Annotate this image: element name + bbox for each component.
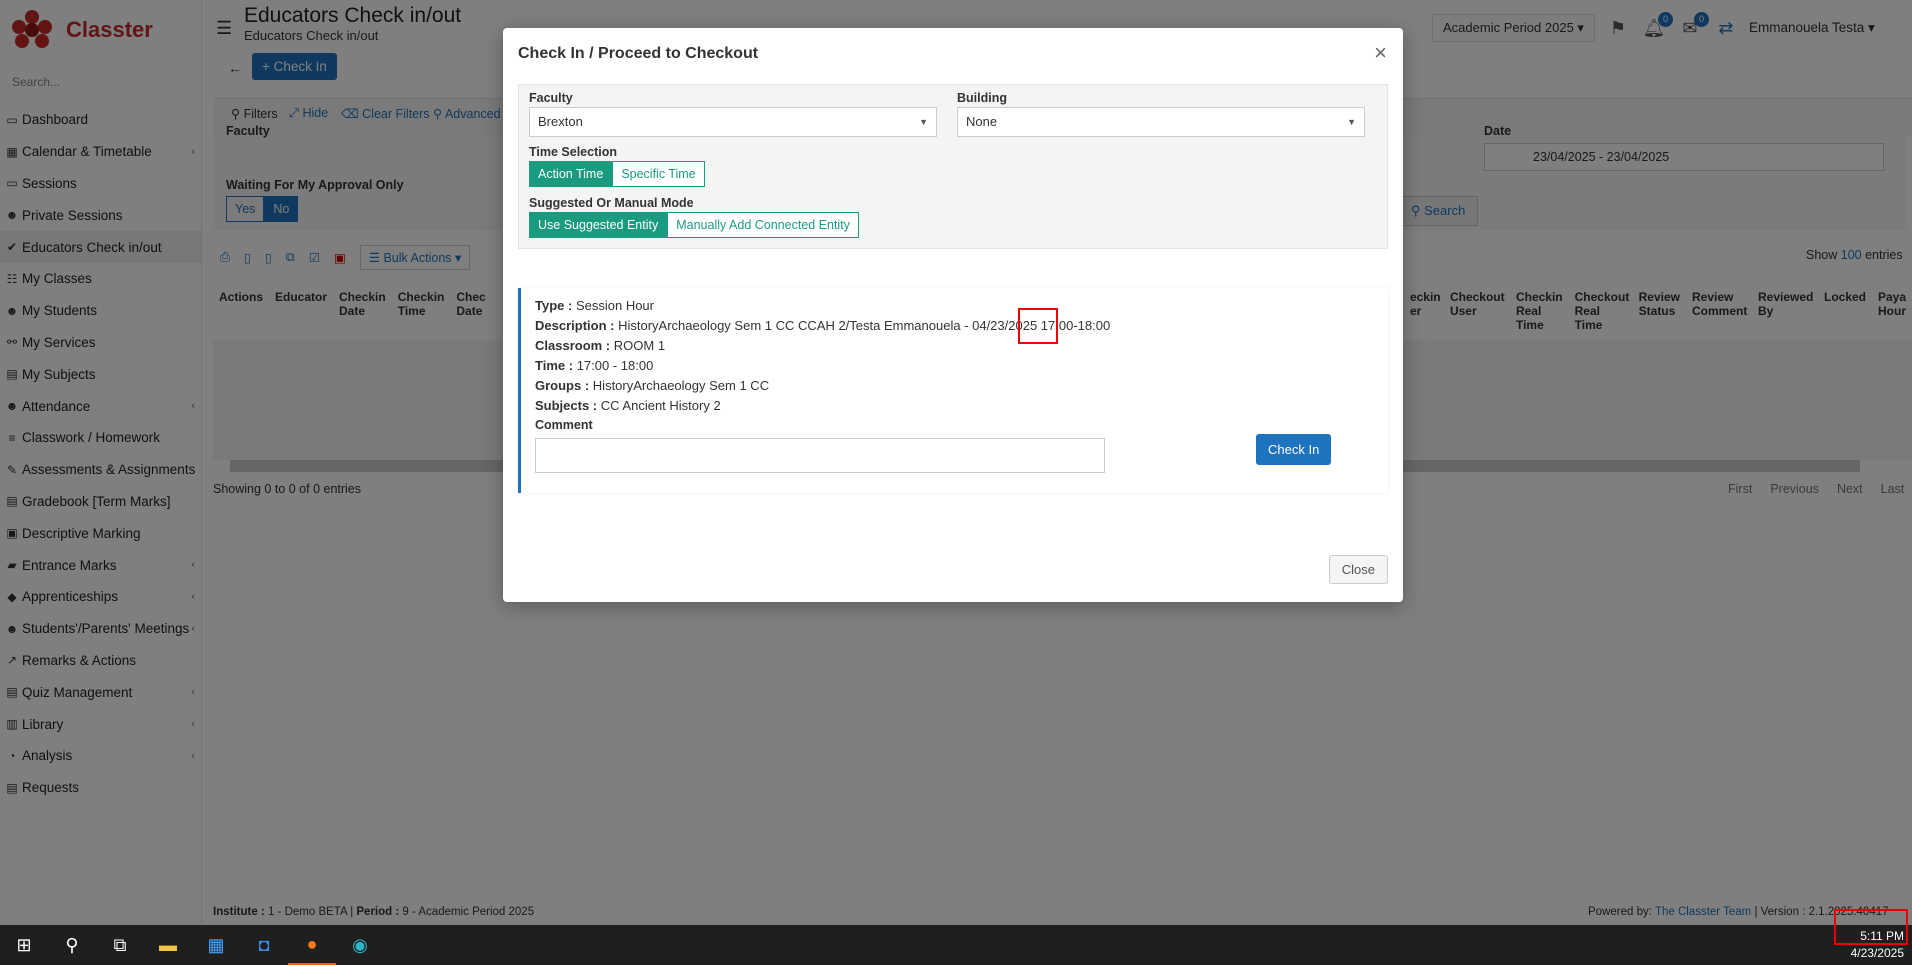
action-time-option[interactable]: Action Time xyxy=(529,161,613,187)
groups-label: Groups : xyxy=(535,378,590,393)
chevron-down-icon: ▼ xyxy=(1347,117,1356,127)
edge-icon[interactable]: ◉ xyxy=(336,925,384,965)
type-row: Type : Session Hour xyxy=(535,298,654,313)
highlight-box xyxy=(1018,308,1058,344)
subjects-row: Subjects : CC Ancient History 2 xyxy=(535,398,721,413)
building-select[interactable]: None ▼ xyxy=(957,107,1365,137)
type-label: Type : xyxy=(535,298,573,313)
specific-time-option[interactable]: Specific Time xyxy=(612,161,705,187)
groups-value: HistoryArchaeology Sem 1 CC xyxy=(592,378,770,393)
modal-options-panel: Faculty Brexton ▼ Building None ▼ Time Sel… xyxy=(518,84,1388,249)
faculty-label: Faculty xyxy=(529,91,573,105)
classroom-row: Classroom : ROOM 1 xyxy=(535,338,665,353)
clock-highlight-box xyxy=(1834,909,1908,945)
classroom-label: Classroom : xyxy=(535,338,611,353)
windows-start-icon[interactable]: ⊞ xyxy=(0,925,48,965)
time-label: Time : xyxy=(535,358,574,373)
firefox-icon[interactable]: ● xyxy=(288,925,336,965)
building-label: Building xyxy=(957,91,1007,105)
use-suggested-option[interactable]: Use Suggested Entity xyxy=(529,212,668,238)
close-button[interactable]: Close xyxy=(1328,555,1388,584)
time-row: Time : 17:00 - 18:00 xyxy=(535,358,653,373)
mode-toggle: Use Suggested Entity Manually Add Connec… xyxy=(529,212,859,238)
search-icon[interactable]: ⚲ xyxy=(48,925,96,965)
faculty-select[interactable]: Brexton ▼ xyxy=(529,107,937,137)
task-view-icon[interactable]: ⧉ xyxy=(96,925,144,965)
classroom-value: ROOM 1 xyxy=(613,338,666,353)
chevron-down-icon: ▼ xyxy=(919,117,928,127)
description-label: Description : xyxy=(535,318,615,333)
comment-label: Comment xyxy=(535,418,593,432)
session-card: Type : Session Hour Description : Histor… xyxy=(518,288,1388,493)
clock-date: 4/23/2025 xyxy=(1850,946,1904,960)
mode-label: Suggested Or Manual Mode xyxy=(529,196,694,210)
comment-input[interactable] xyxy=(535,438,1105,473)
store-icon[interactable]: ▦ xyxy=(192,925,240,965)
subjects-label: Subjects : xyxy=(535,398,598,413)
close-icon[interactable]: × xyxy=(1374,40,1387,66)
building-value: None xyxy=(966,114,998,129)
groups-row: Groups : HistoryArchaeology Sem 1 CC xyxy=(535,378,769,393)
subjects-value: CC Ancient History 2 xyxy=(600,398,721,413)
faculty-value: Brexton xyxy=(538,114,583,129)
checkin-modal: Check In / Proceed to Checkout × Faculty… xyxy=(503,28,1403,602)
outlook-icon[interactable]: ◘ xyxy=(240,925,288,965)
modal-title: Check In / Proceed to Checkout xyxy=(518,45,759,62)
type-value: Session Hour xyxy=(575,298,654,313)
file-explorer-icon[interactable]: ▬ xyxy=(144,925,192,965)
time-selection-toggle: Action Time Specific Time xyxy=(529,161,705,187)
time-selection-label: Time Selection xyxy=(529,145,617,159)
checkin-button[interactable]: Check In xyxy=(1256,434,1332,465)
time-value: 17:00 - 18:00 xyxy=(576,358,654,373)
comment-label-text: Comment xyxy=(535,418,593,432)
manual-add-option[interactable]: Manually Add Connected Entity xyxy=(667,212,859,238)
taskbar: ⊞ ⚲ ⧉ ▬ ▦ ◘ ● ◉ 5:11 PM 4/23/2025 xyxy=(0,925,1912,965)
